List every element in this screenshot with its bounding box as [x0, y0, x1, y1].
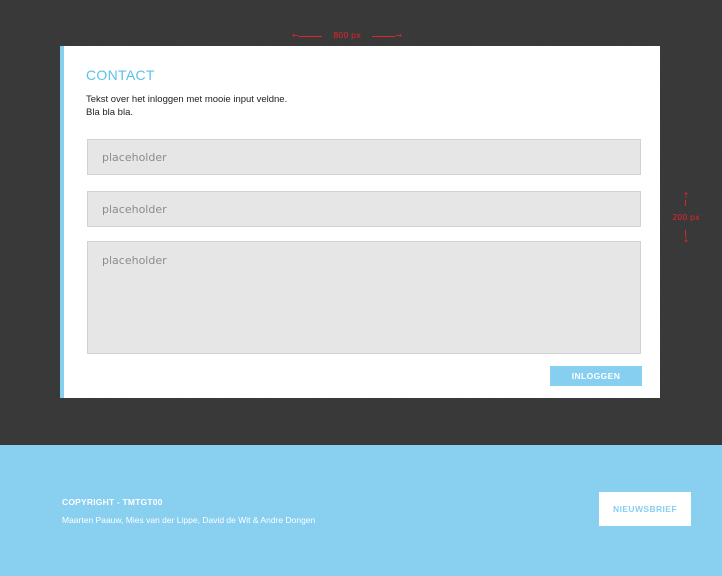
contact-description: Tekst over het inloggen met mooie input …: [86, 93, 287, 119]
contact-field-1[interactable]: [87, 139, 641, 175]
arrow-down-icon: ↓: [683, 230, 689, 244]
footer-copyright: COPYRIGHT - TMTGT00: [62, 497, 163, 507]
width-annotation-label: 800 px: [333, 31, 361, 40]
height-annotation-label: 200 px: [672, 213, 700, 222]
contact-description-line2: Bla bla bla.: [86, 107, 134, 118]
height-annotation: ↑ 200 px ↓: [668, 192, 704, 244]
contact-card: CONTACT Tekst over het inloggen met mooi…: [60, 46, 660, 398]
footer: COPYRIGHT - TMTGT00 Maarten Paauw, Mies …: [0, 445, 722, 576]
arrow-right-icon: →: [372, 32, 402, 40]
contact-message-field[interactable]: [87, 241, 641, 354]
contact-description-line1: Tekst over het inloggen met mooie input …: [86, 94, 288, 105]
newsletter-button[interactable]: NIEUWSBRIEF: [599, 492, 691, 526]
arrow-up-icon: ↑: [683, 192, 689, 206]
contact-title: CONTACT: [86, 67, 155, 83]
arrow-left-icon: ←: [292, 32, 322, 40]
footer-authors: Maarten Paauw, Mies van der Lippe, David…: [62, 515, 316, 525]
contact-field-2[interactable]: [87, 191, 641, 227]
login-button[interactable]: INLOGGEN: [550, 366, 642, 386]
width-annotation: ← 800 px →: [292, 32, 402, 40]
